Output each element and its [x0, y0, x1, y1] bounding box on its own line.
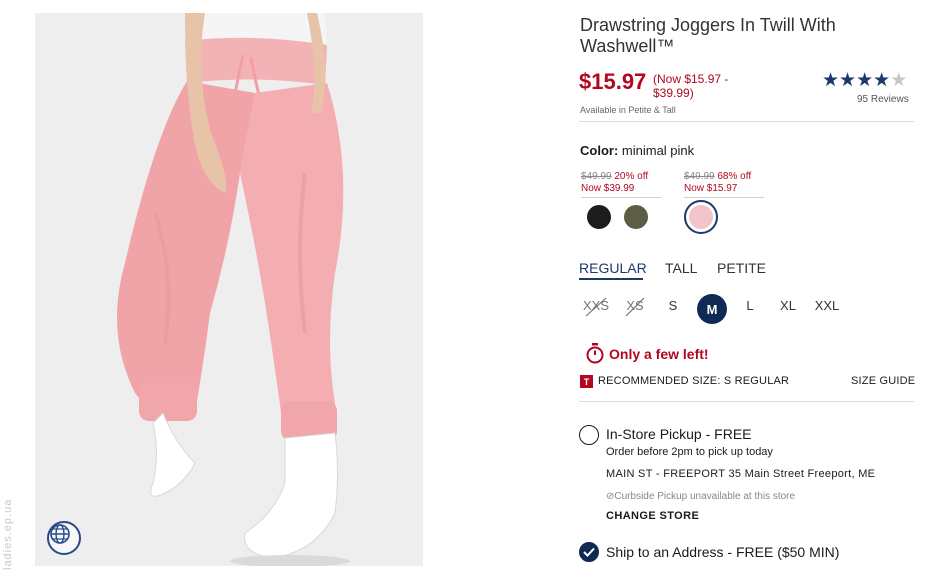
now-price: Now $39.99	[581, 183, 635, 194]
star-icon: ★	[873, 70, 891, 91]
product-photo	[35, 13, 423, 566]
tab-regular[interactable]: REGULAR	[579, 260, 647, 276]
change-store-link[interactable]: CHANGE STORE	[606, 510, 699, 522]
divider	[579, 401, 914, 402]
size-xl[interactable]: XL	[778, 298, 798, 320]
product-image[interactable]	[35, 13, 423, 566]
tab-tall[interactable]: TALL	[665, 260, 697, 276]
price-group: $49.99 20% off Now $39.99	[581, 171, 661, 198]
discount: 20% off	[614, 171, 649, 182]
swatch-olive[interactable]	[624, 205, 648, 229]
tab-petite[interactable]: PETITE	[717, 260, 766, 276]
pickup-title: In-Store Pickup - FREE	[606, 426, 752, 442]
old-price: $49.99	[581, 171, 612, 182]
unavailable-slash-icon	[585, 297, 607, 317]
low-stock-message: Only a few left!	[609, 346, 709, 362]
size-s[interactable]: S	[666, 298, 680, 320]
size-xxl[interactable]: XXL	[813, 298, 841, 320]
now-price: Now $15.97	[684, 183, 738, 194]
pickup-radio[interactable]	[579, 425, 599, 445]
curbside-note: ⊘Curbside Pickup unavailable at this sto…	[606, 491, 795, 502]
true-fit-badge-icon: T	[580, 375, 593, 388]
checkmark-icon	[583, 547, 595, 557]
discount: 68% off	[717, 171, 752, 182]
product-title: Drawstring Joggers In Twill With Washwel…	[580, 15, 836, 56]
price-range: (Now $15.97 - $39.99)	[653, 72, 729, 100]
ship-radio[interactable]	[579, 542, 599, 562]
globe-icon[interactable]	[47, 521, 81, 555]
swatch-minimal-pink[interactable]	[689, 205, 713, 229]
ship-title: Ship to an Address - FREE ($50 MIN)	[606, 544, 840, 560]
star-empty-icon: ★	[890, 70, 908, 91]
tab-active-underline	[579, 278, 643, 280]
old-price: $49.99	[684, 171, 715, 182]
price-group: $49.99 68% off Now $15.97	[684, 171, 764, 198]
curbside-text: Curbside Pickup unavailable at this stor…	[614, 491, 796, 502]
color-selection: Color: minimal pink	[580, 143, 694, 158]
reviews-link[interactable]: 95 Reviews	[857, 94, 909, 105]
star-icon: ★	[856, 70, 874, 91]
color-label: Color:	[580, 143, 619, 158]
stopwatch-icon	[586, 343, 604, 364]
pickup-note: Order before 2pm to pick up today	[606, 446, 773, 458]
star-rating[interactable]: ★★★★★	[822, 69, 907, 92]
swatch-black[interactable]	[587, 205, 611, 229]
color-value: minimal pink	[621, 143, 695, 158]
star-icon: ★	[839, 70, 857, 91]
watermark: ladies.ep.ua	[2, 498, 14, 570]
recommended-size[interactable]: RECOMMENDED SIZE: S REGULAR	[598, 375, 789, 387]
size-guide-link[interactable]: SIZE GUIDE	[851, 375, 915, 387]
star-icon: ★	[822, 70, 840, 91]
availability-note: Available in Petite & Tall	[580, 105, 676, 115]
unavailable-slash-icon	[625, 297, 645, 317]
divider	[579, 121, 914, 122]
size-l[interactable]: L	[743, 298, 757, 320]
store-address: MAIN ST - FREEPORT 35 Main Street Freepo…	[606, 468, 876, 480]
current-price: $15.97	[579, 69, 647, 94]
size-m-selected[interactable]: M	[697, 294, 727, 324]
